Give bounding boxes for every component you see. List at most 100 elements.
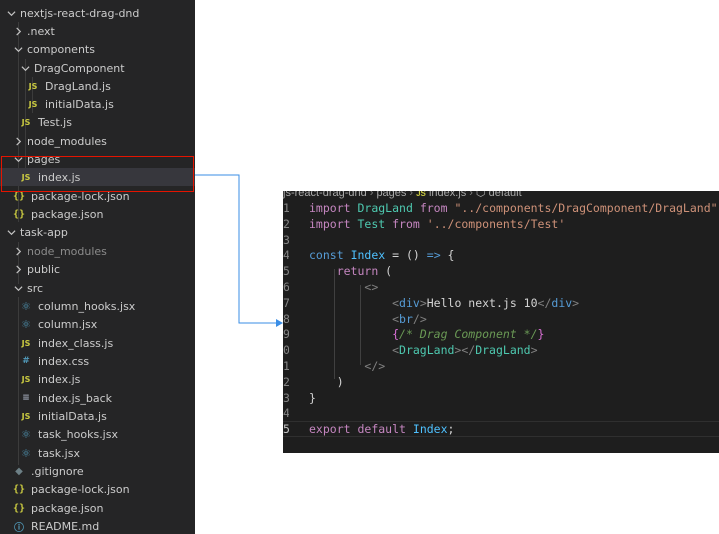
code-token: } (537, 327, 545, 342)
code-token: DragLand (475, 343, 531, 358)
code-text: <div>Hello next.js 10</div> (309, 295, 579, 311)
code-token: () (399, 248, 427, 263)
line-number: 5 (283, 422, 289, 437)
code-token: Index (350, 248, 386, 263)
code-token: { (392, 327, 400, 342)
code-line[interactable]: 0 <DragLand></DragLand> (283, 342, 719, 358)
code-token: const (309, 248, 344, 263)
code-editor[interactable]: js-react-drag-dnd › pages › JS index.js › ⬡ de… (283, 191, 719, 453)
code-line[interactable]: 5 return ( (283, 263, 719, 279)
line-number: 7 (283, 295, 289, 310)
code-token: ( (378, 264, 393, 279)
code-text: export default Index; (309, 422, 454, 436)
breadcrumb-separator: › (409, 191, 414, 199)
symbol-icon: ⬡ (475, 191, 486, 199)
arrowhead-icon (276, 319, 283, 327)
code-token: ; (447, 422, 455, 437)
line-number: 0 (283, 343, 289, 358)
code-text: </> (309, 358, 385, 374)
line-number: 9 (283, 327, 289, 342)
js-file-icon: JS (416, 191, 426, 198)
breadcrumb-symbol[interactable]: default (489, 191, 522, 199)
code-token: < (392, 343, 400, 358)
code-line[interactable]: 5 export default Index; (283, 421, 719, 438)
line-number: 8 (283, 311, 289, 326)
code-token: from (419, 201, 448, 215)
code-token: default (357, 422, 406, 437)
code-line[interactable]: 8 <br/> (283, 311, 719, 327)
code-token: Test (357, 216, 386, 231)
code-token: import (309, 201, 351, 215)
code-text: import DragLand from "../components/Drag… (309, 200, 718, 216)
code-line[interactable]: 7 <div>Hello next.js 10</div> (283, 295, 719, 311)
code-text: <> (309, 279, 378, 295)
code-token: ) (309, 374, 344, 389)
code-token: => (426, 248, 441, 263)
code-token: div (399, 295, 420, 310)
code-token: /> (412, 311, 427, 326)
breadcrumb-separator: › (469, 191, 473, 199)
code-line[interactable]: 1 import DragLand from "../components/Dra… (283, 200, 719, 216)
code-text: <DragLand></DragLand> (309, 342, 538, 358)
code-token: return (336, 264, 379, 279)
code-text: } (309, 390, 316, 406)
code-token: > (530, 343, 538, 358)
code-token: Hello next.js 10 (426, 295, 538, 310)
line-number: 2 (283, 374, 289, 389)
line-number: 1 (283, 359, 289, 373)
code-line[interactable]: 3 (283, 232, 719, 248)
code-token: > (572, 295, 580, 310)
code-text: ) (309, 374, 344, 390)
code-token: </ (537, 295, 552, 310)
breadcrumb-file[interactable]: index.js (429, 191, 466, 199)
code-token: DragLand (357, 201, 413, 215)
code-token: < (392, 311, 400, 326)
code-line[interactable]: 3} (283, 390, 719, 406)
code-text: return ( (309, 263, 392, 279)
code-token: div (551, 295, 573, 310)
breadcrumb-separator: › (369, 191, 374, 199)
connector-line (195, 174, 277, 324)
code-line[interactable]: 9 {/* Drag Component */} (283, 326, 719, 342)
code-token: } (309, 390, 316, 405)
line-number: 2 (283, 216, 289, 231)
code-token: /* Drag Component */ (399, 327, 538, 342)
code-token: > (419, 295, 427, 310)
code-line[interactable]: 2 ) (283, 374, 719, 390)
code-text: {/* Drag Component */} (309, 326, 544, 342)
line-number: 3 (283, 390, 289, 405)
line-number: 1 (283, 201, 289, 215)
code-token: DragLand (399, 343, 455, 358)
breadcrumb-folder[interactable]: js-react-drag-dnd (283, 191, 367, 199)
code-token: from (392, 216, 420, 231)
code-token: import (309, 216, 351, 231)
code-token: <> (364, 280, 379, 294)
breadcrumb: js-react-drag-dnd › pages › JS index.js › ⬡ de… (283, 191, 522, 199)
code-token: </> (364, 359, 386, 373)
code-text: const Index = () => { (309, 247, 454, 263)
code-token: "../components/DragComponent/DragLand" (454, 201, 718, 215)
line-number: 3 (283, 232, 289, 247)
code-line[interactable]: 4 const Index = () => { (283, 247, 719, 263)
breadcrumb-subfolder[interactable]: pages (376, 191, 406, 199)
code-token: '../components/Test' (426, 216, 566, 231)
code-token: Index (412, 422, 448, 437)
code-line[interactable]: 2 import Test from '../components/Test' (283, 216, 719, 232)
code-token: ></ (454, 343, 476, 358)
line-number: 6 (283, 280, 289, 294)
code-text: import Test from '../components/Test' (309, 216, 565, 232)
line-number: 4 (283, 406, 289, 421)
code-line[interactable]: 1 </> (283, 358, 719, 374)
code-line[interactable]: 4 (283, 405, 719, 421)
code-token: { (440, 248, 455, 263)
code-line[interactable]: 6 <> (283, 279, 719, 295)
